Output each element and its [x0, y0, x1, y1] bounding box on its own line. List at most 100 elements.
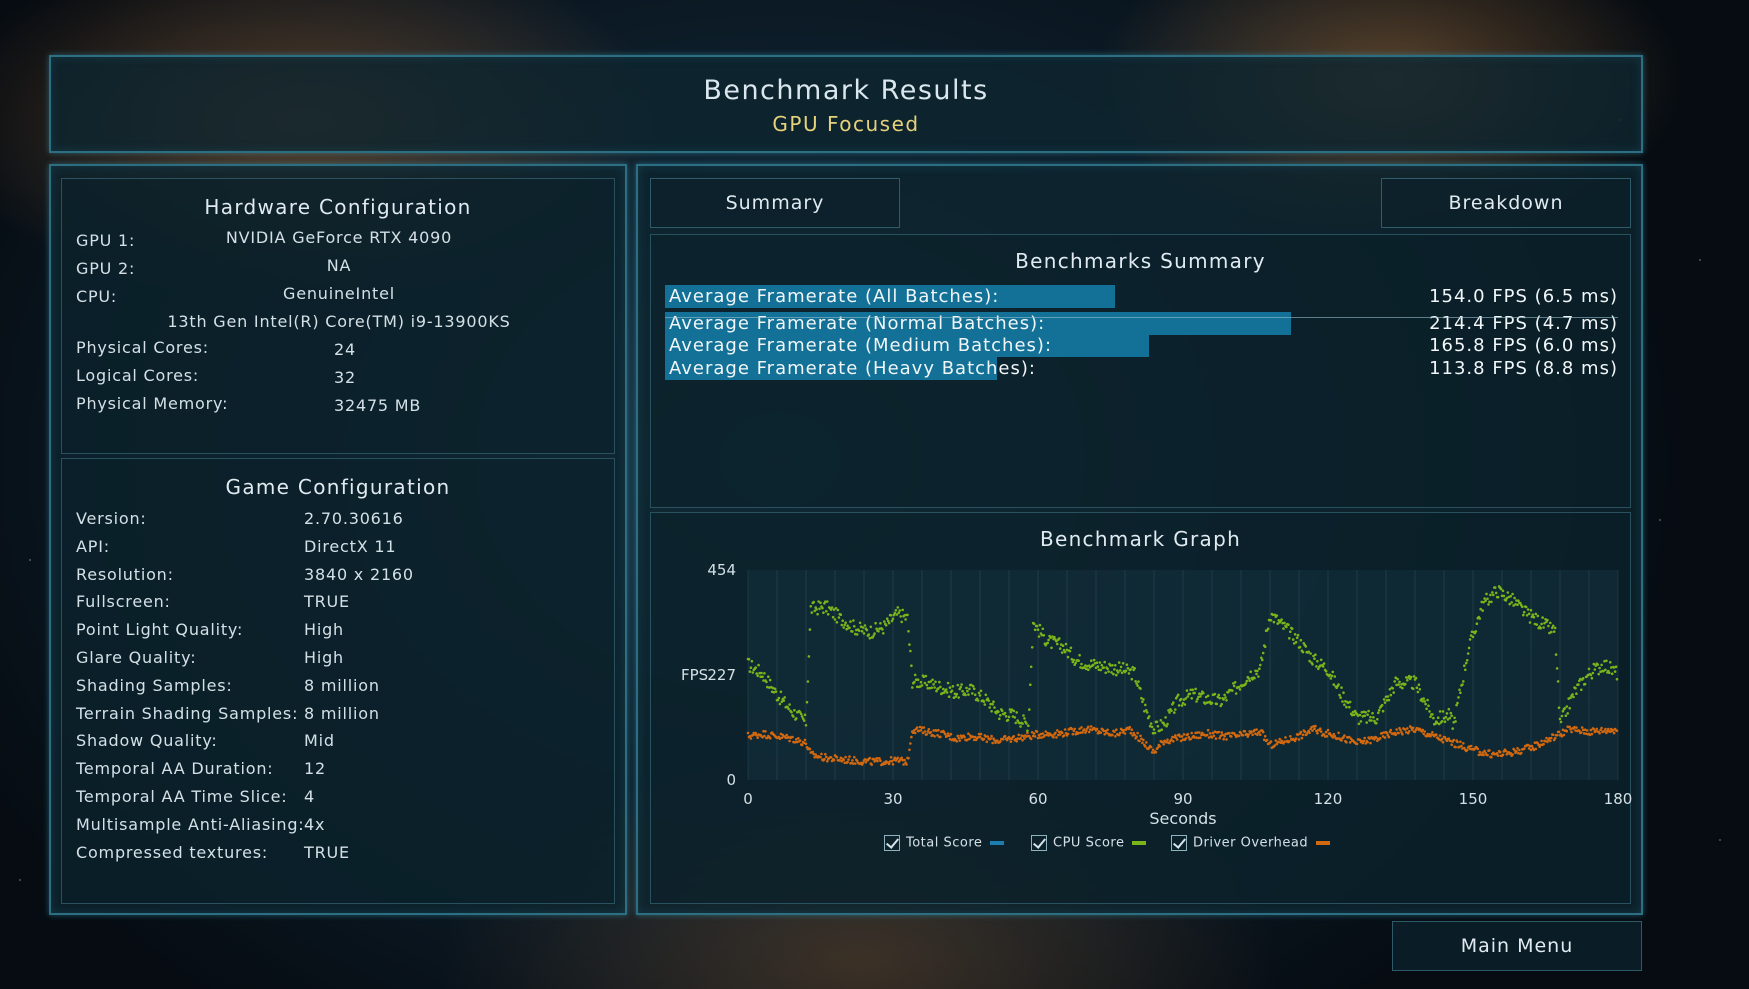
- data-point: [1003, 711, 1007, 715]
- legend-checkbox-icon[interactable]: [884, 835, 900, 851]
- data-point: [1445, 712, 1449, 715]
- data-point: [761, 675, 764, 678]
- data-point: [1600, 663, 1603, 667]
- data-point: [920, 684, 924, 687]
- legend-checkbox-icon[interactable]: [1031, 835, 1047, 851]
- data-point: [1190, 697, 1193, 700]
- data-point: [1032, 622, 1036, 625]
- data-point: [1367, 709, 1370, 713]
- legend-checkbox-icon[interactable]: [1171, 835, 1187, 851]
- legend-item[interactable]: Total Score: [884, 835, 1005, 851]
- data-point: [983, 703, 987, 706]
- data-point: [925, 733, 929, 736]
- main-menu-button[interactable]: Main Menu: [1392, 921, 1642, 971]
- data-point: [1456, 740, 1459, 744]
- data-point: [1170, 709, 1173, 712]
- data-point: [1237, 734, 1241, 738]
- data-point: [913, 731, 917, 735]
- data-point: [1541, 616, 1544, 619]
- data-point: [919, 680, 923, 684]
- data-point: [800, 743, 804, 747]
- data-point: [1091, 663, 1095, 667]
- data-point: [1321, 665, 1325, 668]
- data-point: [1261, 658, 1264, 662]
- tab-breakdown[interactable]: Breakdown: [1381, 178, 1631, 228]
- data-point: [1205, 733, 1209, 737]
- data-point: [883, 620, 886, 623]
- data-point: [1033, 628, 1037, 632]
- data-point: [1166, 722, 1169, 726]
- data-point: [1612, 731, 1616, 735]
- data-point: [1546, 618, 1549, 622]
- data-point: [810, 611, 814, 614]
- data-point: [960, 683, 963, 686]
- data-point: [785, 733, 788, 737]
- legend-item[interactable]: CPU Score: [1031, 835, 1147, 851]
- data-point: [1186, 732, 1190, 736]
- data-point: [1021, 722, 1024, 725]
- game-config-label: Shading Samples:: [76, 675, 233, 695]
- data-point: [1595, 727, 1598, 731]
- data-point: [1521, 605, 1524, 609]
- data-point: [1337, 683, 1340, 686]
- data-point: [1404, 682, 1407, 686]
- data-point: [973, 693, 977, 697]
- data-point: [1289, 735, 1292, 738]
- fps-value: 165.8 FPS (6.0 ms): [1429, 335, 1618, 356]
- fps-label: Average Framerate (Heavy Batches):: [669, 358, 1036, 379]
- data-point: [1289, 630, 1292, 633]
- data-point: [1409, 675, 1413, 679]
- data-point: [1459, 740, 1462, 744]
- data-point: [839, 613, 843, 616]
- data-point: [847, 758, 850, 761]
- data-point: [1284, 736, 1287, 739]
- data-point: [1389, 728, 1393, 732]
- data-point: [951, 685, 955, 688]
- x-tick-label: 60: [1028, 790, 1047, 808]
- hardware-config-section: Hardware Configuration GPU 1: NVIDIA GeF…: [61, 178, 615, 454]
- data-point: [874, 621, 877, 625]
- data-point: [1184, 697, 1188, 700]
- data-point: [1180, 704, 1184, 707]
- data-point: [1177, 704, 1181, 707]
- data-point: [1319, 730, 1323, 733]
- data-point: [830, 606, 834, 609]
- data-point: [946, 681, 950, 685]
- data-point: [754, 731, 757, 735]
- data-point: [885, 617, 889, 620]
- data-point: [818, 607, 821, 611]
- data-point: [979, 732, 983, 736]
- data-point: [1028, 708, 1031, 711]
- game-config-label: Fullscreen:: [76, 592, 171, 612]
- data-point: [1431, 731, 1434, 734]
- data-point: [1191, 688, 1194, 692]
- data-point: [1438, 710, 1442, 713]
- data-point: [1580, 731, 1583, 734]
- game-config-label: Version:: [76, 509, 147, 528]
- data-point: [1462, 680, 1465, 683]
- x-tick-label: 150: [1459, 790, 1488, 808]
- data-point: [1377, 711, 1380, 715]
- data-point: [1035, 730, 1039, 733]
- title-bar: Benchmark Results GPU Focused: [49, 55, 1643, 153]
- data-point: [887, 621, 891, 625]
- data-point: [1522, 610, 1526, 614]
- data-point: [1073, 727, 1076, 731]
- data-point: [908, 643, 911, 646]
- tab-summary[interactable]: Summary: [650, 178, 900, 228]
- data-point: [1380, 703, 1384, 707]
- data-point: [795, 717, 798, 720]
- data-point: [1222, 698, 1225, 701]
- data-point: [841, 619, 844, 622]
- data-point: [842, 758, 845, 761]
- data-point: [1259, 663, 1262, 667]
- data-point: [1486, 753, 1489, 757]
- data-point: [861, 761, 865, 765]
- data-point: [979, 689, 983, 693]
- legend-item[interactable]: Driver Overhead: [1171, 835, 1331, 851]
- data-point: [1195, 700, 1198, 703]
- game-config-label: Terrain Shading Samples:: [76, 703, 299, 723]
- data-point: [968, 687, 971, 691]
- data-point: [1520, 751, 1523, 755]
- data-point: [1210, 701, 1214, 705]
